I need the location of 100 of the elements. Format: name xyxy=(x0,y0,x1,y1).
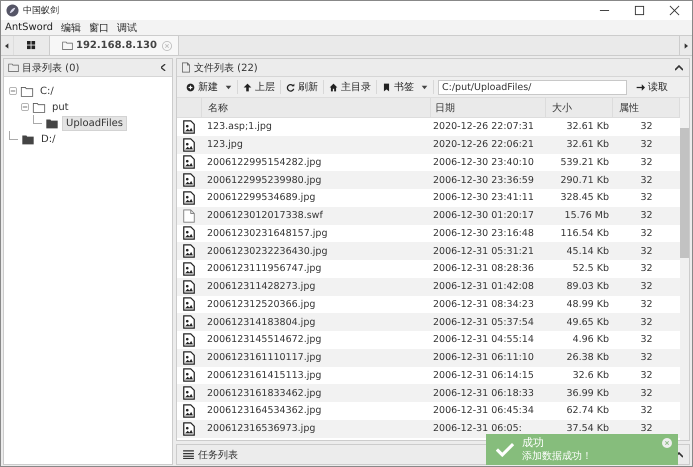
collapse-toggle-icon[interactable] xyxy=(9,87,17,95)
toolbar-button[interactable]: 主目录 xyxy=(324,78,376,96)
scrollbar[interactable] xyxy=(680,98,689,440)
tree-item[interactable]: UploadFiles xyxy=(62,116,127,130)
file-name[interactable]: 200612311428273.jpg xyxy=(201,281,429,292)
table-cell-text: 290.71 Kb xyxy=(559,174,610,186)
table-cell-text: 32 xyxy=(639,370,654,381)
menu-item[interactable]: 编辑 xyxy=(61,20,82,34)
table-cell-text: 49.65 Kb xyxy=(566,316,610,328)
image-file-icon xyxy=(182,226,196,240)
table-cell-text: 48.99 Kb xyxy=(566,298,610,310)
table-cell-text: 2006-12-30 23:16:48 xyxy=(432,228,535,239)
file-name[interactable]: 2006123164534362.jpg xyxy=(201,405,429,416)
table-cell-text: 26.38 Kb xyxy=(566,352,610,364)
image-file-icon xyxy=(182,386,196,400)
table-cell-text: 32 xyxy=(639,334,654,346)
collapse-icon[interactable] xyxy=(675,64,683,70)
file-name[interactable]: 200612314183804.jpg xyxy=(201,316,429,328)
table-cell-text: 32.61 Kb xyxy=(566,121,610,132)
table-cell-text: 2020-12-26 22:07:31 xyxy=(432,121,535,132)
file-name[interactable]: 2006122995239980.jpg xyxy=(201,174,429,186)
list-icon xyxy=(183,450,194,459)
image-file-icon xyxy=(182,120,196,134)
image-file-icon xyxy=(182,422,196,436)
file-name[interactable]: 2006123161415113.jpg xyxy=(201,370,429,381)
table-cell-text: 36.99 Kb xyxy=(566,388,610,399)
table-cell-text: 2006-12-30 23:41:11 xyxy=(432,192,535,204)
tree-item[interactable]: C:/ xyxy=(37,84,57,98)
refresh-icon xyxy=(286,82,295,92)
file-name[interactable]: 200612299534689.jpg xyxy=(201,192,429,204)
column-header[interactable]: 名称 xyxy=(202,98,431,117)
table-cell-text: 2006-12-31 06:05: xyxy=(432,423,523,434)
scroll-left-icon[interactable] xyxy=(5,42,9,48)
file-name[interactable]: 2006123161833462.jpg xyxy=(201,388,429,399)
table-cell-text: 2006-12-31 06:14:15 xyxy=(432,370,535,381)
file-name[interactable]: 2006123161110117.jpg xyxy=(201,352,429,364)
column-header[interactable]: 大小 xyxy=(546,98,613,117)
image-file-icon xyxy=(182,190,196,205)
table-cell-text: 2020-12-26 22:06:21 xyxy=(432,139,535,150)
path-field[interactable]: C:/put/UploadFiles/ xyxy=(438,80,627,94)
table-cell-text: 2006-12-30 23:40:10 xyxy=(432,156,535,168)
read-button[interactable]: 读取 xyxy=(631,78,673,96)
panel-title: 目录列表 (0) xyxy=(22,62,80,74)
folder-icon xyxy=(21,132,35,146)
table-cell-text: 32 xyxy=(639,352,654,364)
table-cell-text: 32 xyxy=(639,298,654,310)
toolbar-button[interactable]: 上层 xyxy=(238,78,280,96)
collapse-icon[interactable] xyxy=(161,64,166,71)
file-name[interactable]: 2006122995154282.jpg xyxy=(201,156,429,168)
image-file-icon xyxy=(182,332,196,347)
image-file-icon xyxy=(182,173,196,188)
table-cell-text: 62.74 Kb xyxy=(566,405,610,416)
folder-icon xyxy=(8,62,19,73)
grid-icon xyxy=(27,41,36,50)
table-cell-text: 116.54 Kb xyxy=(559,228,610,239)
file-name[interactable]: 2006123145514672.jpg xyxy=(201,334,429,346)
table-cell-text: 32 xyxy=(639,281,654,292)
table-cell-text: 32 xyxy=(639,423,654,434)
window-title: 中国蚁剑 xyxy=(23,4,59,17)
document-icon xyxy=(181,62,191,73)
tab[interactable]: 192.168.8.130 xyxy=(50,36,179,55)
tree-item[interactable]: put xyxy=(49,100,72,114)
tree-item[interactable]: D:/ xyxy=(38,132,58,146)
image-file-icon xyxy=(182,368,196,382)
table-cell-text: 32 xyxy=(639,192,654,204)
file-name[interactable]: 200612316536973.jpg xyxy=(201,423,429,434)
panel-title: 任务列表 xyxy=(198,448,238,462)
table-cell-text: 37.54 Kb xyxy=(566,423,610,434)
table-cell-text: 32 xyxy=(639,139,654,150)
file-name[interactable]: 2006123012017338.swf xyxy=(201,210,429,222)
toolbar-button[interactable]: 新建 xyxy=(181,78,237,96)
table-cell-text: 89.03 Kb xyxy=(566,281,610,292)
table-cell-text: 2006-12-31 06:18:33 xyxy=(432,388,535,399)
toolbar-button[interactable]: 刷新 xyxy=(281,78,323,96)
file-name[interactable]: 123.jpg xyxy=(201,139,429,150)
menu-item[interactable]: 窗口 xyxy=(89,20,110,34)
menu-item[interactable]: AntSword xyxy=(5,22,54,33)
file-name[interactable]: 2006123111956747.jpg xyxy=(201,263,429,274)
table-cell-text: 45.14 Kb xyxy=(566,246,610,257)
table-cell-text: 32 xyxy=(639,156,654,168)
menu-item[interactable]: 调试 xyxy=(117,20,138,34)
table-cell-text: 2006-12-31 04:55:14 xyxy=(432,334,535,346)
home-icon xyxy=(329,82,338,92)
folder-icon xyxy=(62,40,73,51)
image-file-icon xyxy=(182,280,196,294)
table-cell-text: 32 xyxy=(639,388,654,399)
table-cell-text: 32.6 Kb xyxy=(572,370,610,381)
file-name[interactable]: 20061230232236430.jpg xyxy=(201,246,429,257)
column-header[interactable]: 日期 xyxy=(431,98,546,117)
plus-icon xyxy=(186,82,195,92)
image-file-icon xyxy=(182,404,196,418)
collapse-toggle-icon[interactable] xyxy=(21,103,29,111)
file-name[interactable]: 200612312520366.jpg xyxy=(201,298,429,310)
image-file-icon xyxy=(182,297,196,312)
table-cell-text: 15.76 Mb xyxy=(564,210,610,222)
scroll-right-icon[interactable] xyxy=(684,42,688,48)
file-name[interactable]: 20061230231648157.jpg xyxy=(201,228,429,239)
check-icon xyxy=(496,442,514,457)
toolbar-button[interactable]: 书签 xyxy=(377,78,433,96)
file-name[interactable]: 123.asp;1.jpg xyxy=(201,121,429,132)
